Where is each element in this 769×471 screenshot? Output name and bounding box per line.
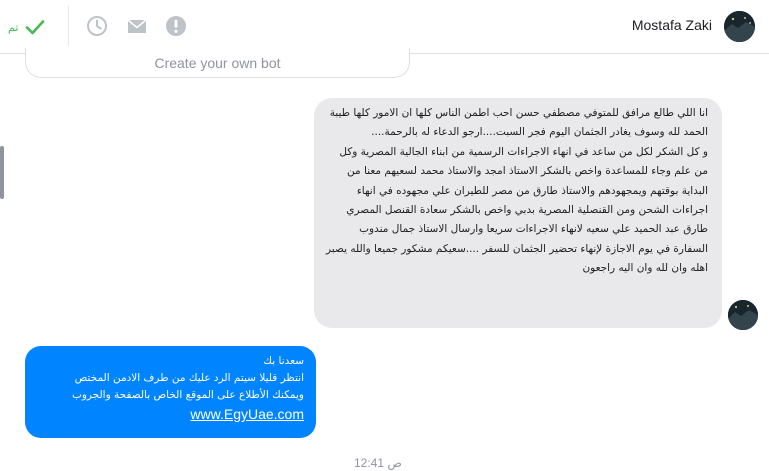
alert-icon[interactable] xyxy=(165,15,187,37)
clock-icon[interactable] xyxy=(86,15,108,37)
done-label: تم xyxy=(8,21,19,34)
check-icon xyxy=(26,20,45,35)
website-link[interactable]: www.EgyUae.com xyxy=(35,404,304,424)
avatar[interactable] xyxy=(728,300,758,330)
incoming-message: انا اللي طالع مرافق للمتوفي مصطفي حسن اح… xyxy=(314,98,722,328)
outgoing-message: سعدنا بك انتظر قليلا سيتم الرد عليك من ط… xyxy=(25,346,316,438)
message-timestamp: 12:41 ص xyxy=(354,456,402,470)
contact-name[interactable]: Mostafa Zaki xyxy=(632,17,712,33)
scrollbar[interactable] xyxy=(0,146,4,199)
create-bot-button[interactable]: Create your own bot xyxy=(25,48,410,78)
message-line: انتظر قليلا سيتم الرد عليك من طرف الادمن… xyxy=(74,372,304,384)
mail-icon[interactable] xyxy=(126,15,148,37)
mark-done-button[interactable]: تم xyxy=(8,13,46,41)
conversation-header: تم Mostafa Zaki xyxy=(0,0,769,54)
message-line: ويمكنك الأطلاع على الموقع الخاص بالصفحة … xyxy=(71,389,304,401)
avatar[interactable] xyxy=(724,11,755,42)
header-divider xyxy=(68,6,69,46)
message-line: سعدنا بك xyxy=(263,355,304,367)
